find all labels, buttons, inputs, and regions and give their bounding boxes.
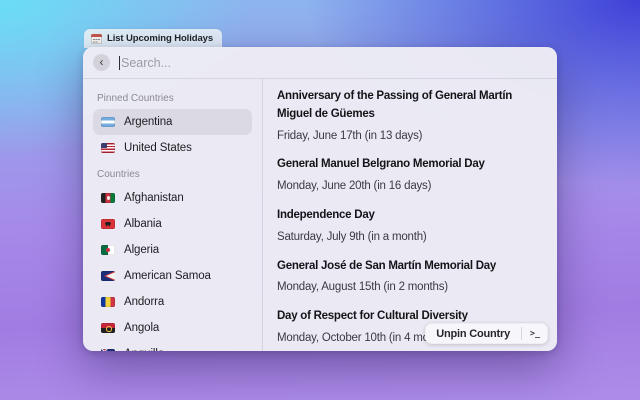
holiday-date: Monday, June 20th (in 16 days)	[277, 180, 543, 194]
sidebar-item-american-samoa[interactable]: American Samoa	[93, 263, 252, 289]
sidebar-item-albania[interactable]: Albania	[93, 211, 252, 237]
actions-menu-button[interactable]: >_	[522, 323, 548, 344]
country-label: Afghanistan	[124, 192, 184, 204]
country-label: Angola	[124, 322, 159, 334]
country-label: Algeria	[124, 244, 159, 256]
holiday-entry: General Manuel Belgrano Memorial Day Mon…	[277, 156, 543, 194]
flag-american-samoa-icon	[101, 271, 115, 281]
country-label: Andorra	[124, 296, 164, 308]
flag-algeria-icon	[101, 245, 115, 255]
holiday-title: General Manuel Belgrano Memorial Day	[277, 156, 543, 174]
desktop-background: { "launcher": { "tag": { "label": "List …	[0, 0, 640, 400]
holiday-title: Anniversary of the Passing of General Ma…	[277, 88, 543, 124]
country-label: Albania	[124, 218, 162, 230]
holiday-entry: Independence Day Saturday, July 9th (in …	[277, 207, 543, 245]
section-title: Pinned Countries	[97, 93, 248, 104]
action-bar: Unpin Country >_	[425, 323, 548, 344]
command-tag[interactable]: List Upcoming Holidays	[84, 29, 222, 48]
sidebar-section: Pinned Countries Argentina United States	[93, 93, 252, 161]
window-body: Pinned Countries Argentina United States…	[83, 79, 557, 351]
holiday-date: Saturday, July 9th (in a month)	[277, 231, 543, 245]
unpin-country-button[interactable]: Unpin Country	[425, 323, 521, 344]
text-caret	[119, 56, 120, 70]
sidebar-item-united-states[interactable]: United States	[93, 135, 252, 161]
flag-afghanistan-icon	[101, 193, 115, 203]
holiday-title: General José de San Martín Memorial Day	[277, 258, 543, 276]
calendar-icon	[91, 34, 102, 44]
search-bar: ‹	[83, 47, 557, 79]
unpin-country-label: Unpin Country	[436, 328, 510, 340]
sidebar: Pinned Countries Argentina United States…	[83, 79, 263, 351]
sidebar-item-argentina[interactable]: Argentina	[93, 109, 252, 135]
launcher-window: ‹ Pinned Countries Argentina United Stat…	[83, 47, 557, 351]
back-button[interactable]: ‹	[93, 54, 110, 71]
holiday-list: Anniversary of the Passing of General Ma…	[277, 88, 543, 346]
section-items: Argentina United States	[93, 109, 252, 161]
command-tag-label: List Upcoming Holidays	[107, 33, 213, 44]
flag-anguilla-icon	[101, 349, 115, 351]
sidebar-item-afghanistan[interactable]: Afghanistan	[93, 185, 252, 211]
chevron-left-icon: ‹	[100, 56, 104, 68]
holiday-date: Monday, August 15th (in 2 months)	[277, 281, 543, 295]
sidebar-item-anguilla[interactable]: Anguilla	[93, 341, 252, 351]
country-label: Anguilla	[124, 348, 164, 351]
holiday-entry: Anniversary of the Passing of General Ma…	[277, 88, 543, 143]
sidebar-item-andorra[interactable]: Andorra	[93, 289, 252, 315]
sidebar-section: Countries Afghanistan Albania Algeria Am…	[93, 169, 252, 351]
flag-albania-icon	[101, 219, 115, 229]
flag-argentina-icon	[101, 117, 115, 127]
holiday-date: Friday, June 17th (in 13 days)	[277, 130, 543, 144]
holiday-detail-panel: Anniversary of the Passing of General Ma…	[263, 79, 557, 351]
section-title: Countries	[97, 169, 248, 180]
flag-angola-icon	[101, 323, 115, 333]
country-label: American Samoa	[124, 270, 211, 282]
sidebar-item-algeria[interactable]: Algeria	[93, 237, 252, 263]
country-label: Argentina	[124, 116, 172, 128]
holiday-entry: General José de San Martín Memorial Day …	[277, 258, 543, 296]
flag-andorra-icon	[101, 297, 115, 307]
search-input[interactable]	[121, 56, 545, 70]
flag-united-states-icon	[101, 143, 115, 153]
terminal-prompt-icon: >_	[530, 329, 540, 339]
sidebar-item-angola[interactable]: Angola	[93, 315, 252, 341]
country-label: United States	[124, 142, 192, 154]
holiday-title: Independence Day	[277, 207, 543, 225]
section-items: Afghanistan Albania Algeria American Sam…	[93, 185, 252, 351]
sidebar-sections: Pinned Countries Argentina United States…	[93, 93, 252, 351]
